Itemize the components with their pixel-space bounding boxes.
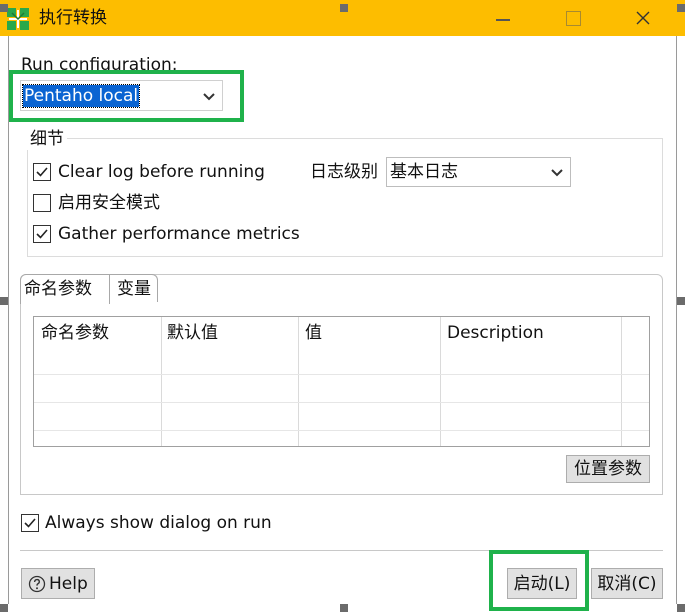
column-header-default[interactable]: 默认值	[167, 322, 218, 344]
tab-label: 变量	[117, 279, 151, 299]
row-divider	[34, 374, 649, 375]
checkmark-icon	[36, 167, 48, 177]
window-title: 执行转换	[39, 8, 107, 28]
spoon-app-icon	[7, 8, 29, 30]
row-divider	[34, 402, 649, 403]
tab-variables[interactable]: 变量	[110, 274, 158, 302]
help-button[interactable]: Help	[21, 568, 95, 599]
tab-named-params[interactable]: 命名参数	[20, 274, 110, 304]
resize-handle[interactable]	[0, 604, 8, 612]
clear-log-label[interactable]: Clear log before running	[58, 161, 265, 183]
resize-handle[interactable]	[340, 604, 348, 612]
column-divider	[621, 317, 622, 446]
minimize-button[interactable]	[480, 4, 526, 32]
gather-metrics-label[interactable]: Gather performance metrics	[58, 223, 300, 245]
close-icon	[636, 11, 650, 25]
close-button[interactable]	[620, 4, 666, 32]
maximize-button[interactable]	[550, 4, 596, 32]
window-border	[676, 36, 677, 604]
column-divider	[161, 317, 162, 446]
log-level-value: 基本日志	[390, 162, 458, 182]
position-params-button[interactable]: 位置参数	[566, 455, 650, 483]
resize-handle[interactable]	[677, 4, 685, 12]
checkmark-icon	[36, 229, 48, 239]
maximize-icon	[565, 10, 581, 26]
cancel-button[interactable]: 取消(C)	[591, 568, 663, 599]
resize-handle[interactable]	[340, 4, 348, 12]
named-params-table[interactable]: 命名参数 默认值 值 Description	[33, 316, 650, 447]
row-divider	[34, 430, 649, 431]
annotation-highlight-box	[9, 70, 244, 122]
always-show-checkbox[interactable]	[21, 514, 39, 532]
gather-metrics-checkbox[interactable]	[33, 225, 51, 243]
log-level-label: 日志级别	[310, 162, 378, 182]
help-label: Help	[49, 573, 88, 594]
annotation-highlight-box	[489, 550, 589, 611]
safe-mode-label[interactable]: 启用安全模式	[58, 192, 160, 214]
chevron-down-icon	[551, 169, 563, 177]
safe-mode-checkbox[interactable]	[33, 194, 51, 212]
minimize-icon	[496, 19, 510, 21]
run-transformation-dialog: 执行转换 Run configuration: Pentaho local 细节	[0, 0, 685, 612]
resize-handle[interactable]	[677, 297, 685, 305]
always-show-label[interactable]: Always show dialog on run	[45, 512, 272, 534]
resize-handle[interactable]	[0, 297, 8, 305]
column-header-name[interactable]: 命名参数	[41, 322, 109, 344]
log-level-select[interactable]: 基本日志	[386, 157, 571, 187]
checkmark-icon	[24, 518, 36, 528]
details-group-title: 细节	[27, 128, 67, 150]
column-divider	[440, 317, 441, 446]
tab-label: 命名参数	[24, 279, 92, 299]
resize-handle[interactable]	[677, 604, 685, 612]
resize-handle[interactable]	[0, 4, 8, 12]
help-icon	[28, 575, 46, 592]
column-header-description[interactable]: Description	[447, 322, 544, 344]
column-header-value[interactable]: 值	[305, 322, 322, 344]
clear-log-checkbox[interactable]	[33, 163, 51, 181]
column-divider	[298, 317, 299, 446]
